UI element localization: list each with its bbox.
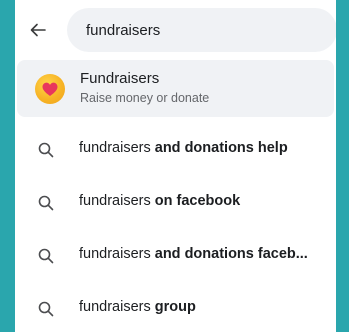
- search-panel: Fundraisers Raise money or donate fundra…: [15, 0, 336, 332]
- search-icon: [38, 142, 54, 158]
- arrow-left-icon: [30, 23, 46, 37]
- search-input[interactable]: [86, 21, 316, 39]
- suggestion-text: fundraisers group: [79, 299, 196, 315]
- search-icon: [38, 301, 54, 317]
- suggestion-text: fundraisers and donations faceb...: [79, 246, 308, 262]
- fundraisers-avatar: [35, 74, 65, 104]
- top-result-fundraisers[interactable]: Fundraisers Raise money or donate: [17, 60, 334, 117]
- suggestion-text: fundraisers on facebook: [79, 193, 241, 209]
- top-result-text: Fundraisers Raise money or donate: [80, 69, 209, 107]
- back-button[interactable]: [25, 17, 51, 43]
- search-icon: [38, 195, 54, 211]
- heart-icon: [42, 82, 58, 96]
- suggestion-item[interactable]: fundraisers and donations faceb...: [15, 229, 336, 282]
- suggestion-text: fundraisers and donations help: [79, 140, 288, 156]
- suggestion-item[interactable]: fundraisers on facebook: [15, 176, 336, 229]
- search-header: [15, 5, 336, 55]
- top-result-subtitle: Raise money or donate: [80, 91, 210, 105]
- search-results: Fundraisers Raise money or donate fundra…: [15, 60, 336, 332]
- search-box[interactable]: [67, 8, 336, 52]
- suggestion-item[interactable]: fundraisers and donations help: [15, 123, 336, 176]
- top-result-title: Fundraisers: [80, 70, 160, 87]
- suggestion-item[interactable]: fundraisers group: [15, 282, 336, 332]
- search-icon: [38, 248, 54, 264]
